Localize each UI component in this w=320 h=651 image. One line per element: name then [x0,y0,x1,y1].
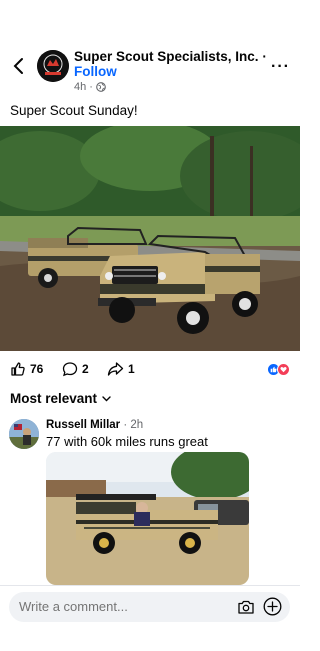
page-name-line: Super Scout Specialists, Inc. · Follow [74,49,270,79]
comment-header: Russell Millar · 2h [46,419,143,431]
page-name[interactable]: Super Scout Specialists, Inc. [74,49,259,64]
commenter-name[interactable]: Russell Millar [46,419,120,431]
follow-button[interactable]: Follow [74,64,117,79]
share-stat[interactable]: 1 [107,361,135,377]
comment-stat[interactable]: 2 [62,361,89,377]
camera-button[interactable] [237,599,255,620]
like-count: 76 [30,362,44,376]
page-avatar[interactable] [37,50,69,82]
back-arrow-icon [13,58,23,74]
globe-icon [96,82,106,92]
more-options-button[interactable]: ··· [271,58,290,76]
post-caption: Super Scout Sunday! [10,103,138,118]
add-attachment-button[interactable] [263,597,282,621]
post-meta: 4h · [74,81,106,93]
post-photo[interactable] [0,126,300,351]
comment-box[interactable] [9,592,290,622]
comment-jeep-image [46,452,249,585]
share-count: 1 [128,362,135,376]
comment-icon [62,362,78,377]
composer-actions [237,597,282,621]
camera-icon [238,600,254,614]
back-button[interactable] [8,54,28,78]
comment-photo[interactable] [46,452,249,585]
comment-sort-dropdown[interactable]: Most relevant [10,391,111,406]
jeeps-image [0,126,300,351]
post-time[interactable]: 4h [74,81,86,93]
plus-circle-icon [263,597,282,616]
chevron-down-icon [102,395,111,401]
comment-input[interactable] [19,599,219,614]
share-icon [107,362,124,376]
comment-sort-label: Most relevant [10,391,98,406]
more-icon: ··· [271,58,290,75]
post-header: Super Scout Specialists, Inc. · Follow 4… [0,44,300,94]
logo-icon [37,50,69,82]
comment-count: 2 [82,362,89,376]
comment-composer [0,585,300,651]
like-icon [11,362,25,376]
comment-time[interactable]: · 2h [120,419,143,431]
meta-dot: · [89,81,93,93]
avatar-image [9,419,39,449]
comment-text: 77 with 60k miles runs great [46,434,208,449]
engagement-bar: 76 2 1 [0,358,300,382]
commenter-avatar[interactable] [9,419,39,449]
love-icon [277,363,290,376]
reaction-summary[interactable] [267,363,290,376]
like-stat[interactable]: 76 [10,361,43,377]
name-separator: · [258,49,267,64]
